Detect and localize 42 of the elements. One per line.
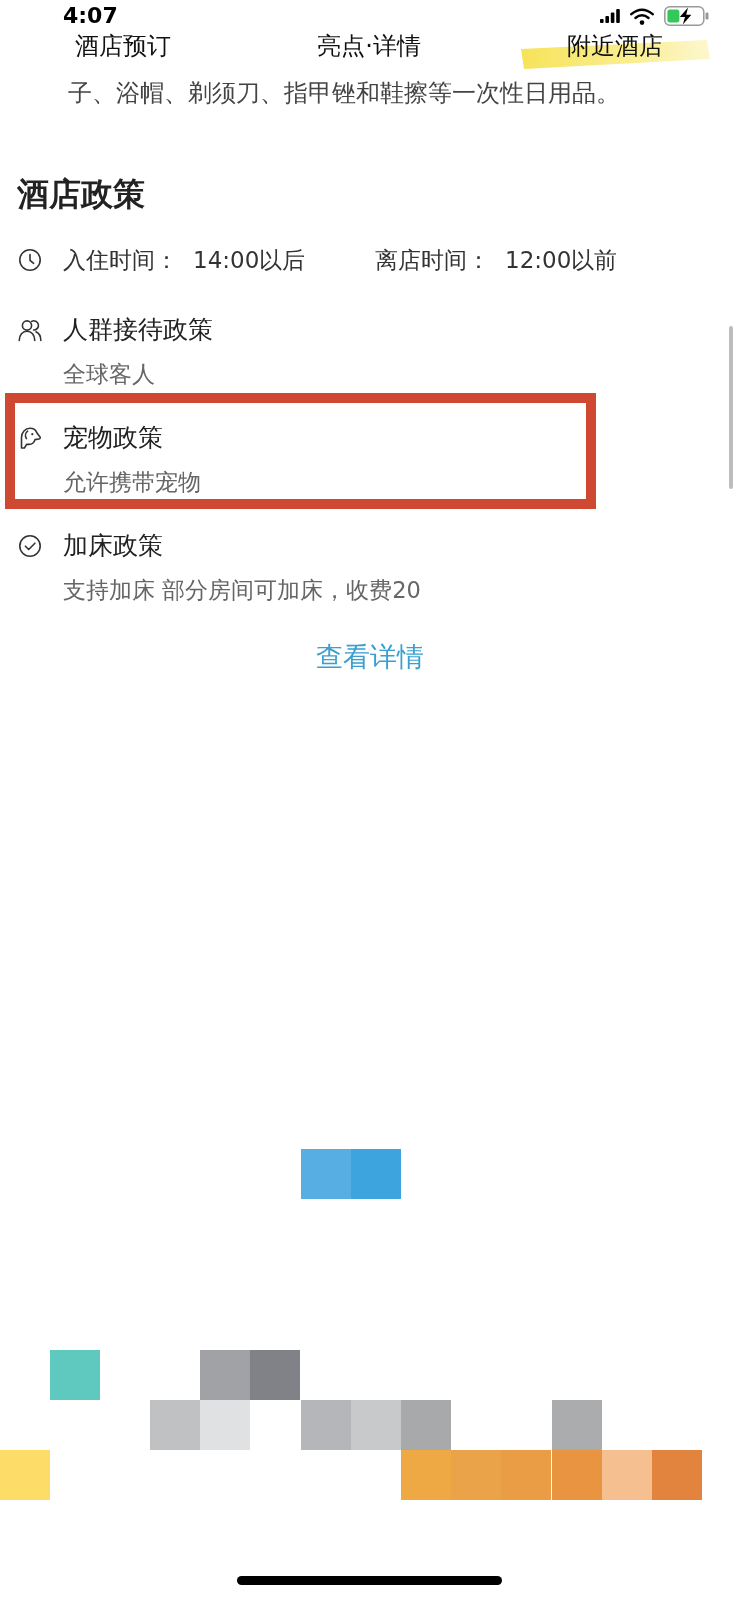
mosaic-tile <box>652 1450 702 1500</box>
nav-tab[interactable]: 酒店预订 <box>73 28 173 64</box>
policy-detail: 全球客人 <box>63 360 156 389</box>
mosaic-tile <box>351 1400 401 1450</box>
mosaic-tile <box>301 1400 351 1450</box>
mosaic-tile <box>301 1149 351 1199</box>
policy-title: 人群接待政策 <box>63 314 213 346</box>
mosaic-tile <box>451 1450 501 1500</box>
mosaic-tile <box>50 1350 100 1400</box>
signal-icon <box>600 9 620 23</box>
checkin-label: 入住时间： <box>63 246 178 275</box>
mosaic-tile <box>200 1400 250 1450</box>
mosaic-tile <box>401 1450 451 1500</box>
mosaic-tile <box>150 1400 200 1450</box>
mosaic-tile <box>552 1450 602 1500</box>
dog-icon <box>18 426 42 450</box>
checkin-time: 14:00以后 <box>193 246 306 275</box>
people-icon <box>18 318 42 342</box>
battery-charging-icon <box>664 6 709 26</box>
mosaic-tile <box>0 1450 50 1500</box>
scrollbar[interactable] <box>729 326 733 489</box>
wifi-icon <box>630 7 654 25</box>
mosaic-tile <box>351 1149 401 1199</box>
nav-tab[interactable]: 亮点·详情 <box>315 28 423 64</box>
mosaic-tile <box>552 1400 602 1450</box>
policy-title: 加床政策 <box>63 530 163 562</box>
mosaic-tile <box>602 1450 652 1500</box>
policy-detail: 允许携带宠物 <box>63 468 202 497</box>
section-title: 酒店政策 <box>17 176 146 212</box>
mosaic-tile <box>501 1450 551 1500</box>
status-time: 4:07 <box>63 4 118 28</box>
facilities-text: 子、浴帽、剃须刀、指甲锉和鞋擦等一次性日用品。 <box>68 78 621 108</box>
mosaic-tile <box>250 1350 300 1400</box>
check-circle-icon <box>18 534 42 558</box>
policy-detail: 支持加床 部分房间可加床，收费20 <box>63 576 422 605</box>
clock-icon <box>18 248 42 272</box>
mosaic-tile <box>401 1400 451 1450</box>
checkout-label: 离店时间： <box>375 246 490 275</box>
home-indicator[interactable] <box>237 1576 502 1585</box>
checkout-time: 12:00以前 <box>505 246 618 275</box>
mosaic-tile <box>200 1350 250 1400</box>
policy-title: 宠物政策 <box>63 422 163 454</box>
